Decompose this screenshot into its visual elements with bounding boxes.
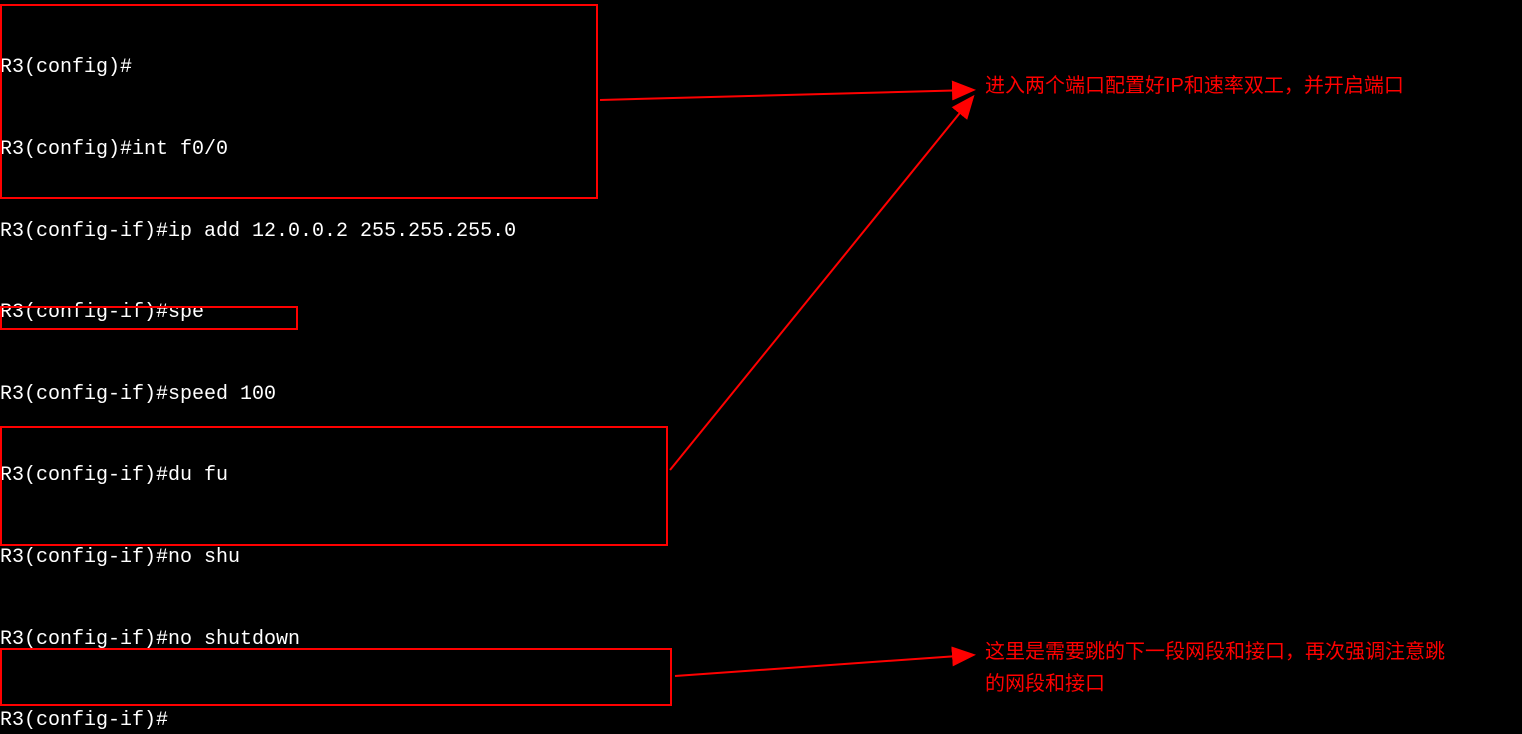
terminal-line: R3(config-if)#spe [0,299,1522,326]
terminal-output[interactable]: R3(config)# R3(config)#int f0/0 R3(confi… [0,0,1522,734]
terminal-line: R3(config-if)# [0,707,1522,734]
terminal-line: R3(config)#int f0/0 [0,136,1522,163]
terminal-line: R3(config-if)#no shu [0,544,1522,571]
terminal-line: R3(config-if)#ip add 12.0.0.2 255.255.25… [0,218,1522,245]
terminal-line: R3(config-if)#speed 100 [0,381,1522,408]
annotation-text: 进入两个端口配置好IP和速率双工，并开启端口 [985,70,1455,102]
annotation-text: 这里是需要跳的下一段网段和接口，再次强调注意跳的网段和接口 [985,636,1455,700]
terminal-line: R3(config-if)#du fu [0,462,1522,489]
